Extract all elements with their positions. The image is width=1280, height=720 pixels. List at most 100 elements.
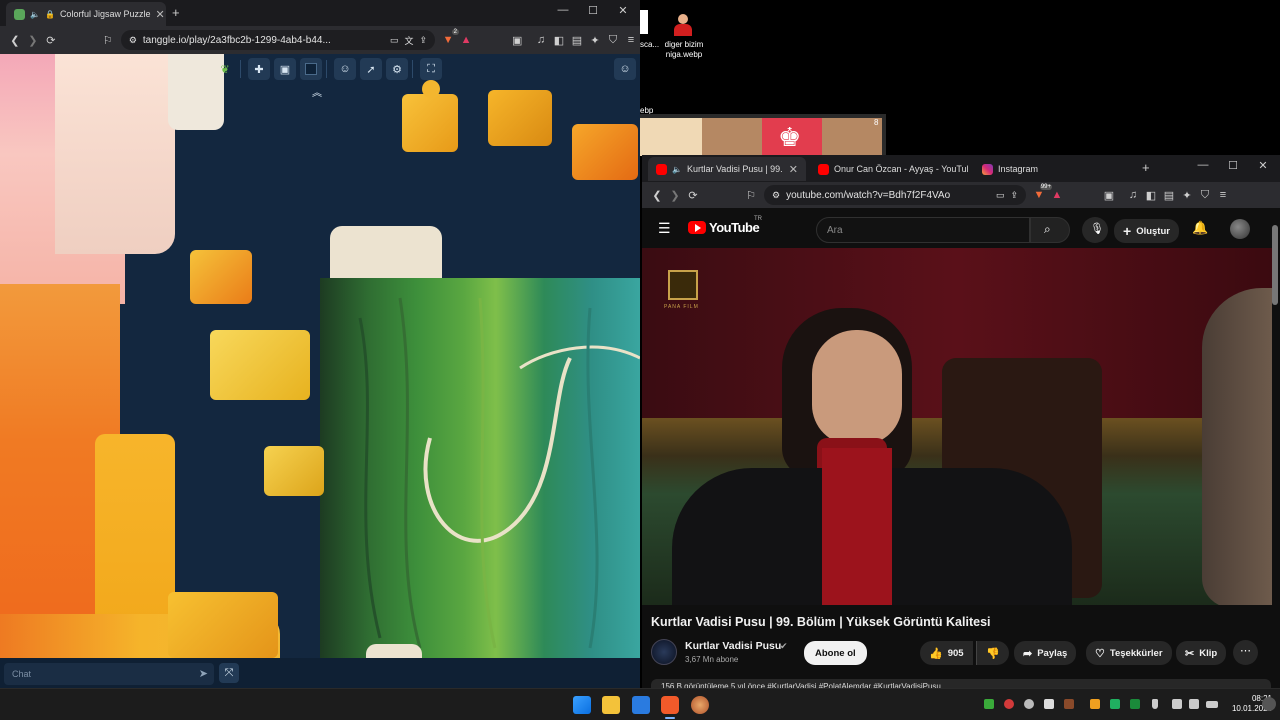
youtube-logo-text[interactable]: YouTube [709,220,760,235]
subscribe-button[interactable]: Abone ol [804,641,867,665]
forward-icon[interactable]: ❯ [24,31,42,49]
chat-input[interactable]: Chat ➤ [4,663,214,685]
vpn-icon[interactable]: ⛉ [1196,186,1214,204]
start-menu-icon[interactable] [573,696,591,714]
sidebar-toggle-icon[interactable]: ▣ [1100,186,1118,204]
cast-icon[interactable]: ▭ [996,190,1005,201]
bookmark-icon[interactable]: ⚐ [742,186,760,204]
media-icon[interactable]: ♫ [1124,186,1142,204]
store-icon[interactable] [632,696,650,714]
brave-rewards-icon[interactable]: ▲ [457,31,475,49]
preview-image-icon[interactable]: ▣ [274,58,296,80]
tray-green-2-icon[interactable] [1110,699,1120,709]
translate-icon[interactable]: 文 [404,34,413,47]
tab-kurtlar-vadisi[interactable]: 🔈 Kurtlar Vadisi Pusu | 99. Bölüm ✕ [648,157,806,181]
puzzle-game-canvas[interactable]: ❦ ✚ ▣ ☺ ➚ ⚙ ⛶ ︽ ☺ Chat ➤ ⤧ [0,54,640,688]
search-input[interactable]: Ara [816,217,1030,243]
app-logo-icon[interactable]: ❦ [214,58,236,80]
close-window-icon[interactable]: ✕ [1252,159,1274,172]
menu-icon[interactable]: ≡ [622,31,640,49]
leo-ai-icon[interactable]: ✦ [586,31,604,49]
tray-c-icon[interactable] [1024,699,1034,709]
like-button[interactable]: 👍 905 [920,641,973,665]
loose-piece-yellow-5[interactable] [210,330,310,400]
loose-piece-yellow-7[interactable] [168,592,278,658]
tray-green-icon[interactable] [984,699,994,709]
fullscreen-icon[interactable]: ⛶ [420,58,442,80]
tab-instagram[interactable]: Instagram [974,157,1132,181]
menu-icon[interactable]: ≡ [1214,186,1232,204]
site-info-icon[interactable]: ⚙ [772,190,780,201]
back-icon[interactable]: ❮ [648,186,666,204]
share-game-icon[interactable]: ➚ [360,58,382,80]
send-icon[interactable]: ➤ [199,667,208,680]
tray-brown-icon[interactable] [1064,699,1074,709]
speaker-icon[interactable]: 🔈 [30,10,40,19]
network-icon[interactable] [1172,699,1182,709]
brave-shield-icon[interactable]: ▼ 99+ [1030,184,1052,204]
clip-button[interactable]: ✂ Klip [1176,641,1227,665]
wallet-icon[interactable]: ▤ [568,31,586,49]
avatar[interactable] [1230,219,1250,239]
site-info-icon[interactable]: ⚙ [129,35,137,46]
share-icon[interactable]: ⇪ [1010,190,1018,201]
share-button[interactable]: ➦ Paylaş [1014,641,1077,665]
volume-icon[interactable] [1189,699,1199,709]
forward-icon[interactable]: ❯ [666,186,684,204]
reader-icon[interactable]: ◧ [550,31,568,49]
new-tab-button[interactable]: + [172,5,180,20]
reload-icon[interactable]: ⟳ [684,186,702,204]
tray-orange-icon[interactable] [1090,699,1100,709]
user-app-icon[interactable] [691,696,709,714]
notification-avatar[interactable] [1262,697,1276,711]
desktop-icon-file[interactable] [640,10,648,34]
collapse-toolbar-icon[interactable]: ︽ [312,84,322,99]
reader-icon[interactable]: ◧ [1142,186,1160,204]
loose-piece-yellow-1[interactable] [402,94,458,152]
tab-onur-can[interactable]: Onur Can Özcan - Ayyaş - YouTube [810,157,968,181]
scrollbar-thumb[interactable] [1272,225,1278,305]
loose-piece-orange-4[interactable] [190,250,252,304]
reload-icon[interactable]: ⟳ [42,31,60,49]
expand-chat-icon[interactable]: ⤧ [219,663,239,683]
create-button[interactable]: + Oluştur [1114,219,1179,243]
edge-pieces-icon[interactable]: ✚ [248,58,270,80]
file-explorer-icon[interactable] [602,696,620,714]
loose-piece-yellow-2[interactable] [488,90,552,146]
search-button[interactable]: ⌕ [1030,217,1070,243]
channel-name[interactable]: Kurtlar Vadisi Pusu [685,640,781,652]
notifications-bell-icon[interactable]: 🔔 [1192,220,1208,236]
background-color-icon[interactable] [300,58,322,80]
vpn-icon[interactable]: ⛉ [604,31,622,49]
more-actions-button[interactable]: ⋯ [1233,640,1258,665]
sidebar-toggle-icon[interactable]: ▣ [508,31,526,49]
tray-arrow-icon[interactable] [1044,699,1054,709]
minimize-icon[interactable]: — [552,4,574,16]
loose-piece-orange-3[interactable] [572,124,638,180]
close-window-icon[interactable]: ✕ [612,4,634,17]
address-bar[interactable]: ⚙ youtube.com/watch?v=Bdh7f2F4VAo ▭ ⇪ [764,185,1026,205]
wallet-icon[interactable]: ▤ [1160,186,1178,204]
microphone-tray-icon[interactable] [1152,699,1158,709]
maximize-icon[interactable]: ☐ [1222,159,1244,172]
new-tab-button[interactable]: + [1142,160,1150,175]
settings-icon[interactable]: ⚙ [386,58,408,80]
tab-jigsaw[interactable]: 🔈 🔒 Colorful Jigsaw Puzzle ✕ [6,2,166,26]
hamburger-menu-icon[interactable]: ☰ [658,220,671,237]
minimize-icon[interactable]: — [1192,159,1214,171]
battery-icon[interactable] [1206,701,1218,708]
desktop-icon-image[interactable] [672,14,694,36]
speaker-icon[interactable]: 🔈 [672,165,682,174]
tab-close-icon[interactable]: ✕ [155,8,164,21]
cast-icon[interactable]: ▭ [390,35,399,46]
loose-piece-yellow-6[interactable] [264,446,324,496]
tray-red-icon[interactable] [1004,699,1014,709]
dislike-button[interactable]: 👎 [976,641,1009,665]
address-bar[interactable]: ⚙ tanggle.io/play/2a3fbc2b-1299-4ab4-b44… [120,30,436,50]
video-player[interactable]: PANA FILM [642,248,1272,605]
brave-browser-icon[interactable] [661,696,679,714]
tray-green-3-icon[interactable] [1130,699,1140,709]
tab-close-icon[interactable]: ✕ [789,163,798,176]
leo-ai-icon[interactable]: ✦ [1178,186,1196,204]
players-icon[interactable]: ☺ [334,58,356,80]
